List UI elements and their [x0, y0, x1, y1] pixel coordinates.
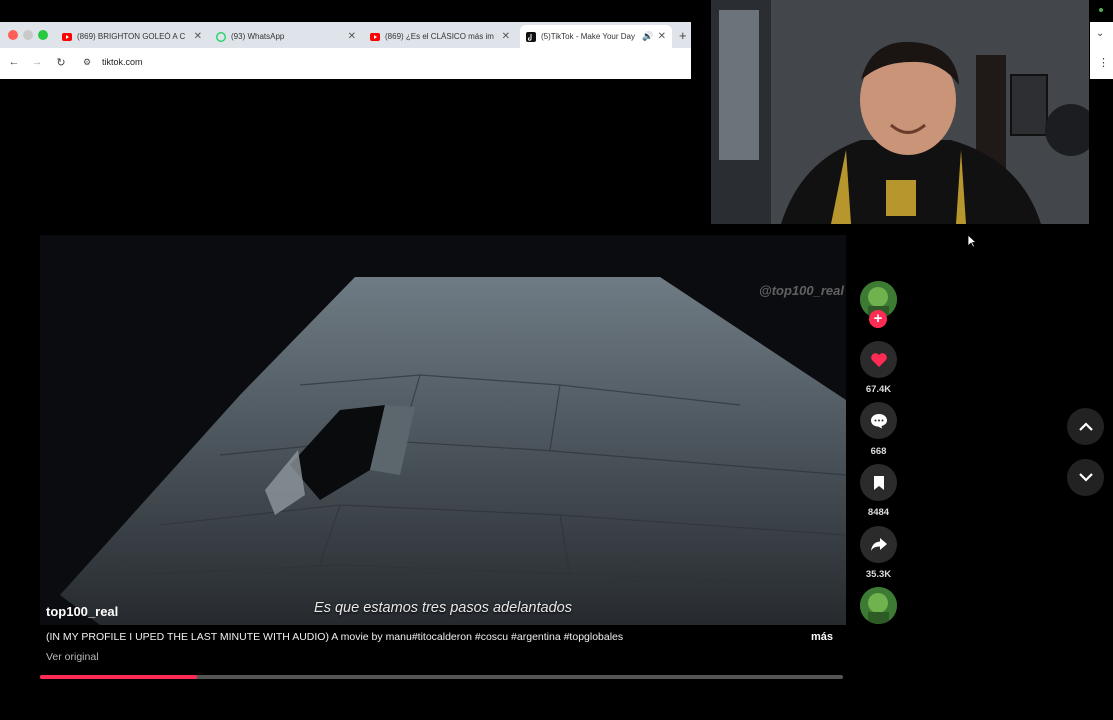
comment-button[interactable] — [860, 402, 897, 439]
youtube-icon — [370, 32, 380, 42]
like-button[interactable] — [860, 341, 897, 378]
video-progress-bar[interactable] — [40, 675, 843, 679]
maximize-window-button[interactable] — [38, 30, 48, 40]
previous-video-button[interactable] — [1067, 408, 1104, 445]
webcam-overlay — [711, 0, 1089, 224]
save-count: 8484 — [867, 507, 890, 518]
tab-whatsapp[interactable]: (93) WhatsApp ✕ — [210, 25, 362, 48]
tiktok-icon — [526, 31, 536, 42]
share-icon — [870, 538, 887, 551]
follow-button[interactable]: + — [869, 310, 887, 328]
heart-icon — [870, 352, 887, 367]
reload-button[interactable]: ↻ — [54, 55, 68, 69]
video-watermark: @top100_real — [759, 283, 844, 298]
save-button[interactable] — [860, 464, 897, 501]
browser-window: (869) BRIGHTON GOLEÓ A C ✕ (93) WhatsApp… — [0, 22, 691, 79]
video-progress-fill — [40, 675, 197, 679]
share-button[interactable] — [860, 526, 897, 563]
chevron-up-icon — [1078, 422, 1093, 431]
video-subtitle: Es que estamos tres pasos adelantados — [314, 600, 572, 616]
tab-title: (869) ¿Es el CLÁSICO más im — [385, 32, 494, 41]
author-username[interactable]: top100_real — [46, 604, 118, 619]
webcam-feed — [711, 0, 1089, 224]
close-window-button[interactable] — [8, 30, 18, 40]
chevron-down-icon — [1078, 473, 1093, 482]
tab-youtube-brighton[interactable]: (869) BRIGHTON GOLEÓ A C ✕ — [56, 25, 208, 48]
video-caption: (IN MY PROFILE I UPED THE LAST MINUTE WI… — [46, 631, 624, 643]
tab-youtube-clasico[interactable]: (869) ¿Es el CLÁSICO más im ✕ — [364, 25, 516, 48]
youtube-icon — [62, 32, 72, 42]
recording-indicator — [1099, 8, 1103, 12]
video-player[interactable]: @top100_real Es que estamos tres pasos a… — [40, 235, 846, 625]
share-count: 35.3K — [865, 569, 892, 580]
tab-title: (5)TikTok - Make Your Day — [541, 32, 635, 41]
back-button[interactable]: ← — [7, 55, 21, 69]
comment-count: 668 — [870, 446, 887, 457]
sound-disc[interactable] — [860, 587, 897, 624]
tab-tiktok[interactable]: (5)TikTok - Make Your Day 🔊 ✕ — [520, 25, 672, 48]
see-original-link[interactable]: Ver original — [46, 651, 99, 663]
forward-button[interactable]: → — [30, 55, 44, 69]
new-tab-button[interactable]: + — [679, 28, 687, 43]
browser-window-edge: ⌄ ⋮ — [1090, 22, 1113, 79]
whatsapp-icon — [216, 31, 226, 42]
tab-title: (93) WhatsApp — [231, 32, 285, 41]
more-link[interactable]: más — [811, 631, 833, 643]
tab-title: (869) BRIGHTON GOLEÓ A C — [77, 32, 186, 41]
bookmark-icon — [873, 475, 884, 490]
close-tab-icon[interactable]: ✕ — [194, 31, 202, 42]
like-count: 67.4K — [865, 384, 892, 395]
speaker-icon[interactable]: 🔊 — [642, 31, 653, 42]
minimize-window-button[interactable] — [23, 30, 33, 40]
comment-icon — [870, 413, 887, 428]
chevron-down-icon[interactable]: ⌄ — [1096, 28, 1104, 39]
browser-toolbar: ← → ↻ ⚙ tiktok.com — [0, 48, 691, 79]
close-tab-icon[interactable]: ✕ — [348, 31, 356, 42]
close-tab-icon[interactable]: ✕ — [658, 31, 666, 42]
site-info-icon[interactable]: ⚙ — [80, 55, 94, 69]
video-frame — [40, 235, 846, 625]
next-video-button[interactable] — [1067, 459, 1104, 496]
address-bar[interactable]: tiktok.com — [102, 57, 143, 67]
menu-icon[interactable]: ⋮ — [1098, 56, 1109, 69]
tab-strip: (869) BRIGHTON GOLEÓ A C ✕ (93) WhatsApp… — [0, 22, 691, 48]
close-tab-icon[interactable]: ✕ — [502, 31, 510, 42]
mouse-cursor-icon — [967, 234, 978, 253]
